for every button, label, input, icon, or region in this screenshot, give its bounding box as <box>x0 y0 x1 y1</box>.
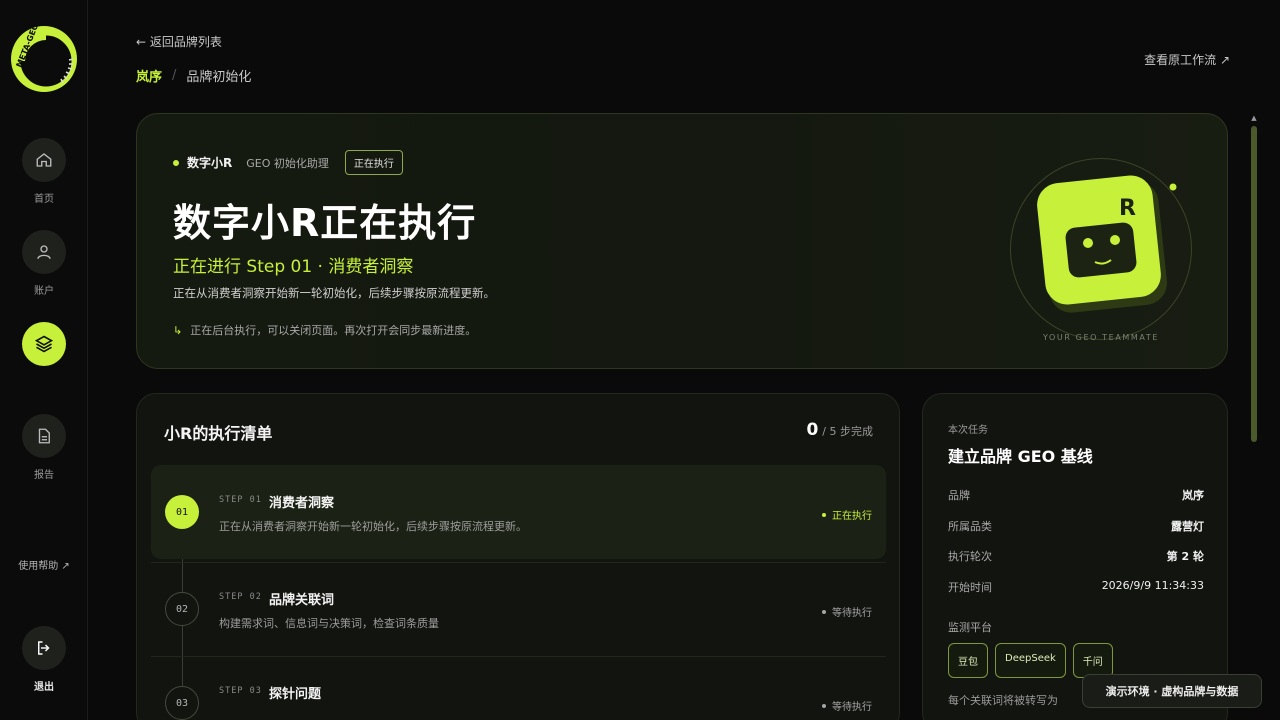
user-icon <box>37 245 51 259</box>
home-button[interactable] <box>22 138 66 182</box>
sidebar: META-GEO 首页 账户 报告 使用帮助 ↗ 退出 <box>0 0 88 720</box>
scrollbar-thumb[interactable] <box>1251 126 1257 442</box>
logout-button[interactable] <box>22 626 66 670</box>
home-icon <box>36 153 52 167</box>
sidebar-item-logout[interactable]: 退出 <box>0 626 88 693</box>
execution-checklist: 小R的执行清单 0 / 5 步完成 01 STEP 01 消费者洞察 正在从消费… <box>136 393 900 720</box>
step-row[interactable]: 03 STEP 03 探针问题 等待执行 <box>151 656 886 720</box>
logout-icon <box>38 641 50 655</box>
brand-logo[interactable]: META-GEO <box>9 22 79 94</box>
task-row-category: 所属品类 露营灯 <box>948 518 1204 534</box>
step-status: 正在执行 <box>822 507 872 522</box>
account-button[interactable] <box>22 230 66 274</box>
step-row[interactable]: 01 STEP 01 消费者洞察 正在从消费者洞察开始新一轮初始化，后续步骤按原… <box>151 465 886 559</box>
sidebar-item-label: 首页 <box>34 194 54 205</box>
brands-button[interactable] <box>22 322 66 366</box>
platform-chip-doubao[interactable]: 豆包 <box>948 643 988 678</box>
step-status: 等待执行 <box>822 698 872 713</box>
step-kicker: STEP 01 <box>219 495 262 505</box>
checklist-progress: 0 / 5 步完成 <box>806 420 873 440</box>
checklist-title: 小R的执行清单 <box>164 424 273 443</box>
status-dot <box>822 609 826 614</box>
step-status-text: 等待执行 <box>832 702 872 713</box>
breadcrumb-current-page: 品牌初始化 <box>186 70 252 85</box>
task-row-start-time: 开始时间 2026/9/9 11:34:33 <box>948 579 1204 595</box>
agent-tagline: 数字小R GEO 初始化助理 正在执行 <box>173 150 403 175</box>
hero-description: 正在从消费者洞察开始新一轮初始化，后续步骤按原流程更新。 <box>173 286 495 300</box>
task-row-key: 执行轮次 <box>948 550 992 563</box>
scroll-up-icon[interactable]: ▲ <box>1251 114 1257 122</box>
mascot-ring: R <box>1010 158 1192 340</box>
platform-chips: 豆包 DeepSeek 千问 <box>948 643 1113 678</box>
step-number: 03 <box>165 686 199 720</box>
task-row-value: 2026/9/9 11:34:33 <box>1101 579 1204 592</box>
svg-text:R: R <box>1119 196 1136 221</box>
demo-environment-banner: 演示环境 · 虚构品牌与数据 <box>1082 674 1262 708</box>
status-dot <box>822 703 826 708</box>
step-row[interactable]: 02 STEP 02 品牌关联词 构建需求词、信息词与决策词，检查词条质量 等待… <box>151 562 886 656</box>
platform-chip-qianwen[interactable]: 千问 <box>1072 643 1113 678</box>
status-dot <box>822 512 826 517</box>
sidebar-item-reports[interactable]: 报告 <box>0 414 88 481</box>
background-note: ↳ 正在后台执行，可以关闭页面。再次打开会同步最新进度。 <box>173 322 476 338</box>
step-status-text: 等待执行 <box>832 608 872 619</box>
step-status: 等待执行 <box>822 604 872 619</box>
step-kicker: STEP 02 <box>219 592 262 602</box>
platform-label: 监测平台 <box>948 621 992 634</box>
platform-chip-deepseek[interactable]: DeepSeek <box>995 643 1066 678</box>
status-badge: 正在执行 <box>344 150 403 175</box>
task-row-value: 岚序 <box>1182 489 1204 502</box>
status-dot <box>173 159 179 166</box>
view-original-workflow-link[interactable]: 查看原工作流 ↗ <box>1144 51 1230 68</box>
mascot-caption: YOUR GEO TEAMMATE <box>1042 333 1159 342</box>
completed-count: 0 <box>806 420 819 440</box>
step-number: 02 <box>165 592 199 626</box>
reports-button[interactable] <box>22 414 66 458</box>
sidebar-item-label: 账户 <box>34 286 54 297</box>
task-row-key: 所属品类 <box>948 520 992 533</box>
task-row-key: 开始时间 <box>948 581 992 594</box>
step-kicker: STEP 03 <box>219 686 262 696</box>
page-scrollbar[interactable]: ▲ <box>1251 114 1257 714</box>
help-link[interactable]: 使用帮助 ↗ <box>0 557 88 572</box>
document-icon <box>38 428 50 444</box>
robot-mascot-icon: R <box>1037 175 1177 313</box>
task-row-value: 露营灯 <box>1171 520 1204 533</box>
task-row-brand: 品牌 岚序 <box>948 487 1204 503</box>
breadcrumb-brand[interactable]: 岚序 <box>136 66 162 85</box>
breadcrumb-separator: / <box>172 68 177 83</box>
step-name: 消费者洞察 <box>269 496 335 511</box>
background-note-text: 正在后台执行，可以关闭页面。再次打开会同步最新进度。 <box>190 324 477 337</box>
meta-geo-logo-icon: META-GEO <box>11 22 77 92</box>
logout-label: 退出 <box>34 682 54 693</box>
task-info-panel: 本次任务 建立品牌 GEO 基线 品牌 岚序 所属品类 露营灯 执行轮次 第 2… <box>922 393 1228 720</box>
agent-status-hero: 数字小R GEO 初始化助理 正在执行 数字小R正在执行 正在进行 Step 0… <box>136 113 1228 369</box>
task-kicker: 本次任务 <box>948 425 988 436</box>
step-number: 01 <box>165 495 199 529</box>
total-steps-label: / 5 步完成 <box>822 425 873 438</box>
sidebar-item-brands[interactable] <box>0 322 88 366</box>
task-row-value: 第 2 轮 <box>1166 550 1204 563</box>
sidebar-item-label: 报告 <box>34 470 54 481</box>
task-title: 建立品牌 GEO 基线 <box>948 447 1093 466</box>
back-to-brand-list-link[interactable]: ← 返回品牌列表 <box>136 33 222 50</box>
task-more-text: 每个关联词将被转写为 <box>948 694 1058 707</box>
layers-icon <box>34 335 54 353</box>
return-arrow-icon: ↳ <box>173 323 183 337</box>
sidebar-item-home[interactable]: 首页 <box>0 138 88 205</box>
task-row-key: 品牌 <box>948 489 970 502</box>
step-status-text: 正在执行 <box>832 511 872 522</box>
step-description: 构建需求词、信息词与决策词，检查词条质量 <box>219 617 439 630</box>
step-name: 探针问题 <box>269 687 322 702</box>
breadcrumb: 岚序 / 品牌初始化 <box>136 66 251 85</box>
task-row-round: 执行轮次 第 2 轮 <box>948 548 1204 564</box>
agent-name: 数字小R <box>187 156 233 170</box>
page-title: 数字小R正在执行 <box>173 201 477 245</box>
step-name: 品牌关联词 <box>269 593 335 608</box>
agent-role: GEO 初始化助理 <box>246 156 329 170</box>
current-step-line: 正在进行 Step 01 · 消费者洞察 <box>173 257 414 277</box>
step-description: 正在从消费者洞察开始新一轮初始化，后续步骤按原流程更新。 <box>219 520 527 533</box>
sidebar-item-account[interactable]: 账户 <box>0 230 88 297</box>
